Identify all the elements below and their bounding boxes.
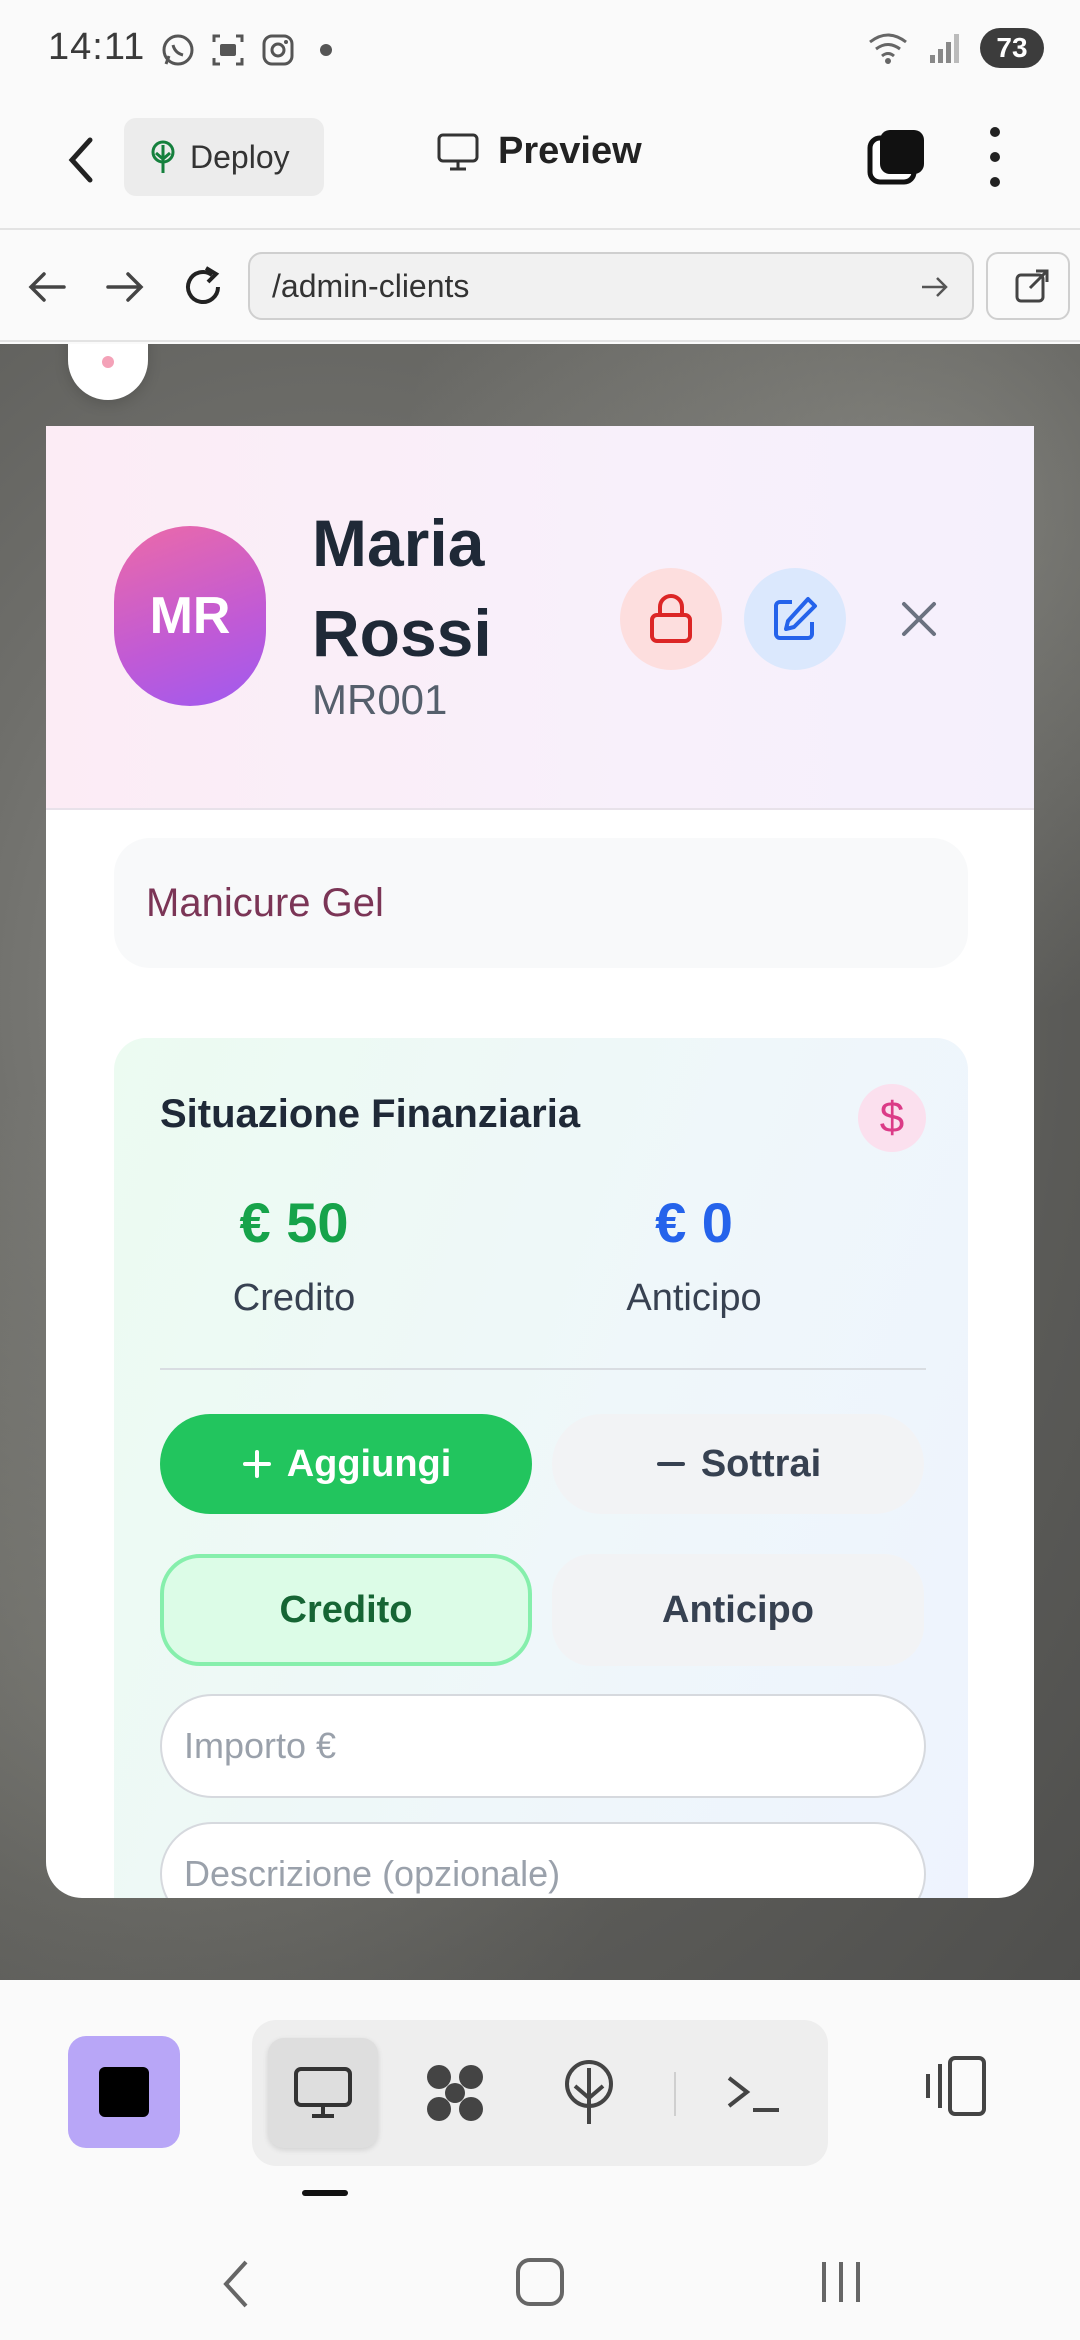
battery-indicator: 73	[980, 28, 1044, 68]
client-header: MR Maria Rossi MR001	[46, 426, 1034, 810]
signal-icon	[930, 34, 959, 63]
app-header: Deploy Preview	[0, 100, 1080, 230]
screenshot-icon	[212, 34, 244, 66]
bottom-toolbar	[0, 1980, 1080, 2210]
client-code: MR001	[312, 676, 448, 723]
tool-connections[interactable]	[400, 2038, 510, 2148]
preview-label: Preview	[498, 130, 642, 172]
plus-icon	[242, 1450, 271, 1478]
close-icon[interactable]	[892, 592, 946, 646]
tool-terminal[interactable]	[698, 2038, 808, 2148]
dot-icon	[320, 44, 332, 56]
monitor-icon	[294, 2067, 352, 2118]
system-navigation	[0, 2210, 1080, 2340]
status-time: 14:11	[48, 26, 146, 68]
external-link-icon	[1015, 269, 1049, 303]
url-text: /admin-clients	[272, 268, 470, 304]
side-panel-icon[interactable]	[920, 2050, 992, 2122]
description-input[interactable]: Descrizione (opzionale)	[160, 1822, 926, 1898]
advance-stat: € 0 Anticipo	[544, 1190, 844, 1320]
notification-icons	[160, 32, 332, 68]
back-arrow-icon[interactable]	[56, 130, 106, 190]
deploy-button[interactable]: Deploy	[124, 118, 324, 196]
menu-dot	[102, 356, 114, 368]
credit-label: Credito	[232, 1277, 356, 1319]
whatsapp-icon	[162, 34, 194, 66]
open-external-button[interactable]	[986, 252, 1070, 320]
credit-toggle[interactable]: Credito	[160, 1554, 532, 1666]
financial-card: Situazione Finanziaria $ € 50 Credito € …	[114, 1038, 968, 1898]
tabs-icon[interactable]	[866, 128, 926, 188]
tool-deploy[interactable]	[534, 2038, 644, 2148]
add-button[interactable]: Aggiungi	[160, 1414, 532, 1514]
tool-preview[interactable]	[268, 2038, 378, 2148]
lock-button[interactable]	[620, 568, 722, 670]
advance-toggle[interactable]: Anticipo	[552, 1554, 924, 1666]
web-preview: MR Maria Rossi MR001 Manicure Gel Situaz…	[0, 344, 1080, 1980]
credit-amount: € 50	[239, 1191, 349, 1254]
system-recents-icon[interactable]	[816, 2254, 866, 2310]
client-detail-modal: MR Maria Rossi MR001 Manicure Gel Situaz…	[46, 426, 1034, 1898]
nodes-icon	[427, 2065, 483, 2121]
client-name: Maria Rossi	[312, 506, 492, 670]
more-vert-icon[interactable]	[980, 124, 1010, 190]
separator	[674, 2072, 676, 2116]
url-input[interactable]: /admin-clients	[248, 252, 974, 320]
advance-label: Anticipo	[626, 1277, 762, 1319]
preview-title: Preview	[436, 130, 642, 173]
service-tag: Manicure Gel	[114, 838, 968, 968]
status-bar: 14:11 73	[0, 0, 1080, 100]
add-label: Aggiungi	[286, 1442, 452, 1485]
financial-title: Situazione Finanziaria	[160, 1092, 581, 1136]
nav-forward-icon[interactable]	[100, 262, 150, 312]
active-tab-indicator	[302, 2190, 348, 2196]
edit-icon	[774, 597, 817, 640]
browser-bar: /admin-clients	[0, 232, 1080, 342]
system-back-icon[interactable]	[216, 2254, 256, 2314]
minus-icon	[656, 1462, 685, 1466]
subtract-button[interactable]: Sottrai	[552, 1414, 924, 1514]
system-home-icon[interactable]	[512, 2254, 568, 2310]
avatar: MR	[114, 526, 266, 706]
subtract-label: Sottrai	[700, 1442, 822, 1485]
floating-menu-button[interactable]	[68, 344, 148, 400]
tool-group	[252, 2020, 828, 2166]
stop-button[interactable]	[68, 2036, 180, 2148]
url-go-icon[interactable]	[918, 270, 952, 304]
dollar-icon: $	[858, 1084, 926, 1152]
divider	[160, 1368, 926, 1370]
stop-icon	[99, 2067, 149, 2117]
lock-icon	[650, 594, 692, 643]
deploy-label: Deploy	[190, 138, 290, 175]
credit-stat: € 50 Credito	[144, 1190, 444, 1320]
wifi-icon	[869, 33, 907, 64]
instagram-icon	[262, 34, 294, 66]
monitor-icon	[437, 133, 479, 170]
nav-back-icon[interactable]	[22, 262, 72, 312]
edit-button[interactable]	[744, 568, 846, 670]
amount-input[interactable]: Importo €	[160, 1694, 926, 1798]
reload-icon[interactable]	[178, 262, 228, 312]
terminal-icon	[727, 2076, 779, 2112]
deploy-tree-icon	[565, 2060, 613, 2124]
deploy-tree-icon	[151, 140, 175, 173]
advance-amount: € 0	[655, 1191, 733, 1254]
